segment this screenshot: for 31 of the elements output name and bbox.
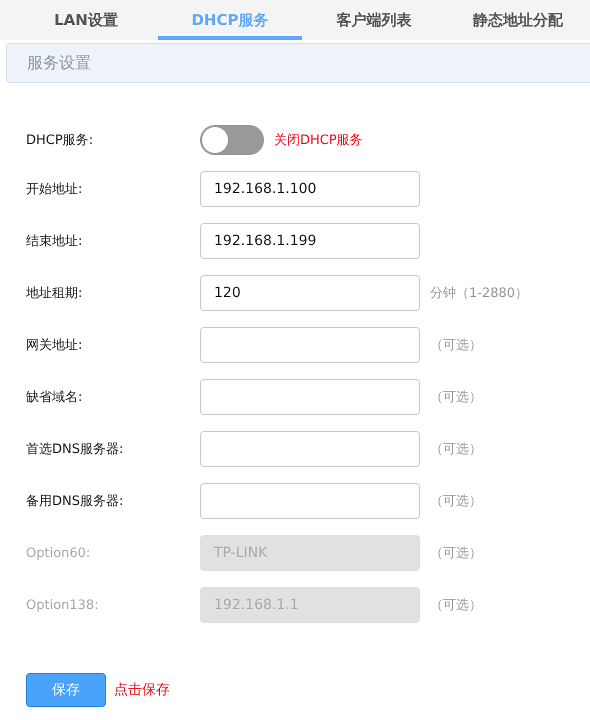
input-field[interactable] [200, 379, 420, 415]
field-label: Option138: [26, 598, 100, 612]
field-hint: （可选） [430, 389, 482, 406]
field-hint: （可选） [430, 337, 482, 354]
field-hint: （可选） [430, 441, 482, 458]
annotation-text: 点击保存 [114, 681, 170, 699]
field-hint: 分钟（1-2880） [430, 285, 528, 302]
field-hint: （可选） [430, 597, 482, 614]
annotation-text: 关闭DHCP服务 [274, 132, 363, 149]
input-field[interactable]: 192.168.1.100 [200, 171, 420, 207]
field-label: 网关地址: [26, 337, 84, 354]
section-header: 服务设置 [6, 43, 590, 83]
input-field[interactable]: 192.168.1.199 [200, 223, 420, 259]
field-hint: （可选） [430, 545, 482, 562]
input-field[interactable] [200, 327, 420, 363]
tab[interactable]: 静态地址分配 [446, 0, 590, 40]
field-label: 缺省域名: [26, 389, 84, 406]
field-label: 开始地址: [26, 181, 84, 198]
toggle-switch[interactable] [200, 125, 264, 155]
tab[interactable]: LAN设置 [14, 0, 158, 40]
field-label: 备用DNS服务器: [26, 493, 124, 510]
tab[interactable]: 客户端列表 [302, 0, 446, 40]
field-label: 结束地址: [26, 233, 84, 250]
input-field[interactable] [200, 483, 420, 519]
field-label: Option60: [26, 546, 92, 560]
input-field[interactable] [200, 431, 420, 467]
field-label: DHCP服务: [26, 132, 94, 149]
field-label: 地址租期: [26, 285, 84, 302]
field-label: 首选DNS服务器: [26, 441, 124, 458]
input-field[interactable]: 120 [200, 275, 420, 311]
field-hint: （可选） [430, 493, 482, 510]
